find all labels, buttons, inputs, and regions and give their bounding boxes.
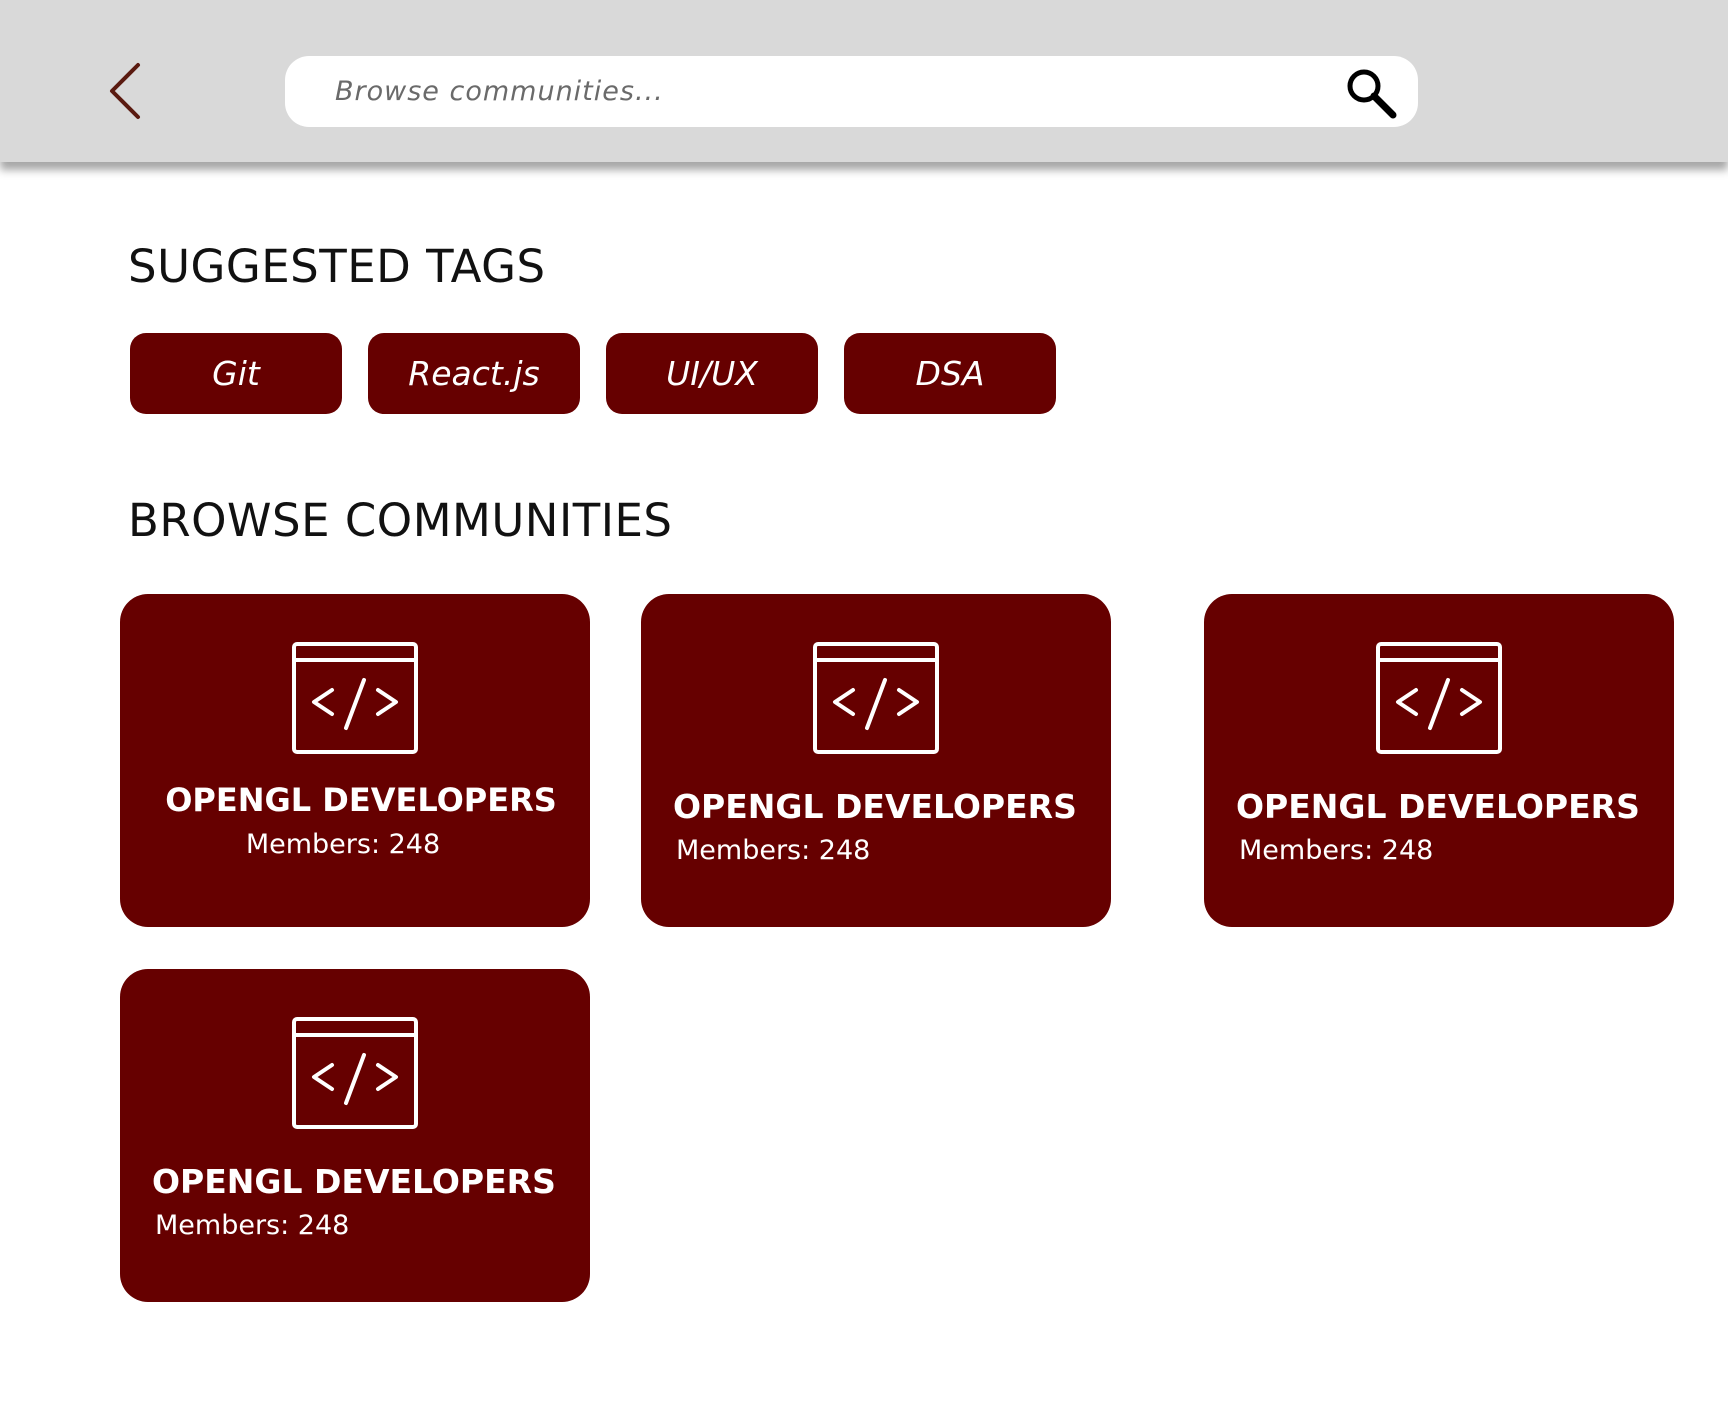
community-name: OPENGL DEVELOPERS	[152, 1162, 556, 1201]
community-card[interactable]: OPENGL DEVELOPERS Members: 248	[120, 594, 590, 927]
search-button[interactable]	[1343, 65, 1399, 121]
community-members: Members: 248	[155, 1210, 350, 1241]
code-window-icon	[1376, 642, 1502, 754]
top-bar	[0, 0, 1728, 162]
tag-git[interactable]: Git	[130, 333, 342, 414]
tag-dsa[interactable]: DSA	[844, 333, 1056, 414]
community-card[interactable]: OPENGL DEVELOPERS Members: 248	[641, 594, 1111, 927]
code-window-icon	[813, 642, 939, 754]
chevron-left-icon	[110, 63, 140, 119]
community-members: Members: 248	[1239, 835, 1434, 866]
code-window-icon	[292, 1017, 418, 1129]
community-name: OPENGL DEVELOPERS	[673, 787, 1077, 826]
community-card[interactable]: OPENGL DEVELOPERS Members: 248	[1204, 594, 1674, 927]
tag-reactjs[interactable]: React.js	[368, 333, 580, 414]
community-name: OPENGL DEVELOPERS	[165, 781, 557, 819]
back-button[interactable]	[100, 55, 150, 125]
community-members: Members: 248	[676, 835, 871, 866]
search-input[interactable]	[335, 56, 1295, 127]
tag-uiux[interactable]: UI/UX	[606, 333, 818, 414]
search-icon	[1347, 69, 1397, 119]
search-bar	[285, 56, 1418, 127]
code-window-icon	[292, 642, 418, 754]
community-card[interactable]: OPENGL DEVELOPERS Members: 248	[120, 969, 590, 1302]
browse-communities-heading: BROWSE COMMUNITIES	[128, 494, 673, 547]
community-name: OPENGL DEVELOPERS	[1236, 787, 1640, 826]
community-members: Members: 248	[245, 829, 441, 860]
suggested-tags-heading: SUGGESTED TAGS	[128, 240, 546, 293]
